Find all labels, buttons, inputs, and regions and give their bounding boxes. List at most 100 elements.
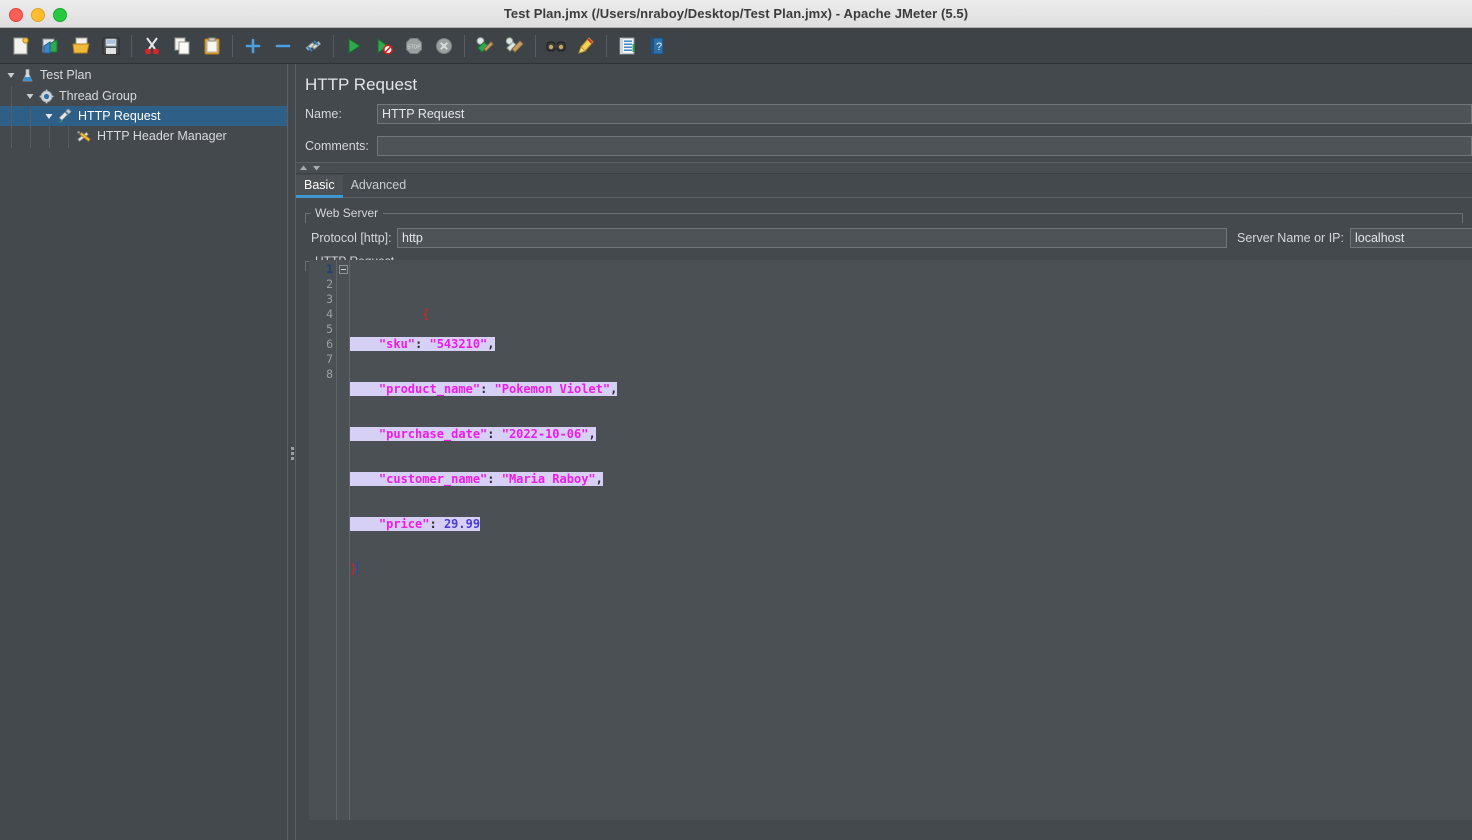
server-name-input[interactable]	[1350, 228, 1472, 248]
copy-icon	[172, 36, 192, 56]
line-number: 8	[309, 367, 336, 382]
code-token-key: "price"	[379, 517, 430, 531]
reset-search-icon	[576, 36, 596, 56]
new-icon	[11, 36, 31, 56]
caret-up-icon[interactable]	[299, 164, 308, 172]
tab-basic[interactable]: Basic	[296, 175, 343, 197]
open-icon	[71, 36, 91, 56]
close-window-button[interactable]	[9, 8, 23, 22]
toggle-icon	[303, 36, 323, 56]
shutdown-button[interactable]	[430, 32, 458, 60]
line-number: 4	[309, 307, 336, 322]
protocol-input[interactable]	[397, 228, 1227, 248]
tree-item-test-plan[interactable]: Test Plan	[0, 64, 287, 86]
code-token-key: "customer_name"	[379, 472, 487, 486]
start-button[interactable]	[340, 32, 368, 60]
web-server-group: Web Server Protocol [http]: Server Name …	[305, 206, 1463, 252]
test-plan-icon	[18, 67, 36, 83]
tab-advanced[interactable]: Advanced	[343, 175, 415, 197]
reset-search-button[interactable]	[572, 32, 600, 60]
name-row: Name:	[296, 104, 1472, 124]
line-number: 6	[309, 337, 336, 352]
window-controls	[9, 8, 67, 22]
function-helper-button[interactable]	[613, 32, 641, 60]
collapse-expand-strip[interactable]	[296, 162, 1472, 174]
tree-guide	[11, 86, 12, 148]
test-plan-tree[interactable]: Test Plan Thread Group	[0, 64, 287, 840]
comments-row: Comments:	[296, 136, 1472, 156]
paste-button[interactable]	[198, 32, 226, 60]
shutdown-icon	[434, 36, 454, 56]
start-icon	[344, 36, 364, 56]
templates-icon	[41, 36, 61, 56]
caret-down-icon[interactable]	[312, 164, 321, 172]
name-input[interactable]	[377, 104, 1472, 124]
tree-item-http-request[interactable]: HTTP Request	[0, 106, 287, 126]
start-no-pauses-button[interactable]	[370, 32, 398, 60]
editor-fold-column[interactable]	[337, 260, 350, 820]
chevron-down-icon[interactable]	[42, 109, 56, 123]
code-token-colon: :	[487, 472, 501, 486]
code-token-colon: :	[487, 427, 501, 441]
tree-item-thread-group[interactable]: Thread Group	[0, 86, 287, 106]
new-button[interactable]	[7, 32, 35, 60]
panel-splitter[interactable]	[287, 64, 296, 840]
maximize-window-button[interactable]	[53, 8, 67, 22]
start-no-pauses-icon	[374, 36, 394, 56]
expand-all-button[interactable]	[239, 32, 267, 60]
svg-text:?: ?	[656, 41, 662, 53]
server-name-label: Server Name or IP:	[1227, 231, 1344, 245]
search-button[interactable]	[542, 32, 570, 60]
chevron-down-icon[interactable]	[4, 68, 18, 82]
main-tabstrip: Basic Advanced	[296, 174, 1472, 198]
line-number: 1	[309, 262, 336, 277]
clear-all-button[interactable]	[501, 32, 529, 60]
copy-button[interactable]	[168, 32, 196, 60]
body-data-editor[interactable]: 1 2 3 4 5 6 7 8 { "sku": "543210", "prod…	[309, 260, 1472, 820]
toggle-button[interactable]	[299, 32, 327, 60]
code-line: "price": 29.99	[350, 517, 1472, 532]
editor-code-area[interactable]: { "sku": "543210", "product_name": "Poke…	[350, 260, 1472, 820]
paste-icon	[202, 36, 222, 56]
tree-guide	[68, 126, 69, 148]
expand-all-icon	[243, 36, 263, 56]
comments-input[interactable]	[377, 136, 1472, 156]
tree-item-label: HTTP Request	[78, 106, 160, 126]
cut-button[interactable]	[138, 32, 166, 60]
clear-button[interactable]	[471, 32, 499, 60]
templates-button[interactable]	[37, 32, 65, 60]
toolbar-separator	[535, 35, 536, 57]
title-bar: Test Plan.jmx (/Users/nraboy/Desktop/Tes…	[0, 0, 1472, 28]
code-token-brace: }	[350, 562, 357, 576]
save-button[interactable]	[97, 32, 125, 60]
stop-button[interactable]: STOP	[400, 32, 428, 60]
chevron-down-icon[interactable]	[23, 89, 37, 103]
toolbar-separator	[333, 35, 334, 57]
toolbar: STOP	[0, 28, 1472, 64]
tree-item-label: HTTP Header Manager	[97, 126, 227, 146]
svg-text:STOP: STOP	[407, 44, 421, 50]
line-number: 7	[309, 352, 336, 367]
code-token-comma: ,	[610, 382, 617, 396]
toolbar-separator	[464, 35, 465, 57]
collapse-all-button[interactable]	[269, 32, 297, 60]
open-button[interactable]	[67, 32, 95, 60]
help-button[interactable]: ?	[643, 32, 671, 60]
code-line: "customer_name": "Maria Raboy",	[350, 472, 1472, 487]
jmeter-window: Test Plan.jmx (/Users/nraboy/Desktop/Tes…	[0, 0, 1472, 840]
code-line	[350, 607, 1472, 622]
http-request-icon	[56, 108, 74, 124]
code-line: "sku": "543210",	[350, 337, 1472, 352]
splitter-grip[interactable]	[291, 447, 294, 460]
tree-item-http-header-manager[interactable]: HTTP Header Manager	[0, 126, 287, 146]
fold-toggle-icon[interactable]	[339, 265, 348, 274]
tree-guide	[49, 126, 50, 148]
function-helper-icon	[617, 36, 637, 56]
header-manager-icon	[75, 128, 93, 144]
minimize-window-button[interactable]	[31, 8, 45, 22]
tree-item-label: Test Plan	[40, 65, 91, 85]
thread-group-icon	[37, 88, 55, 104]
comments-label: Comments:	[296, 139, 377, 153]
toolbar-separator	[131, 35, 132, 57]
save-icon	[101, 36, 121, 56]
